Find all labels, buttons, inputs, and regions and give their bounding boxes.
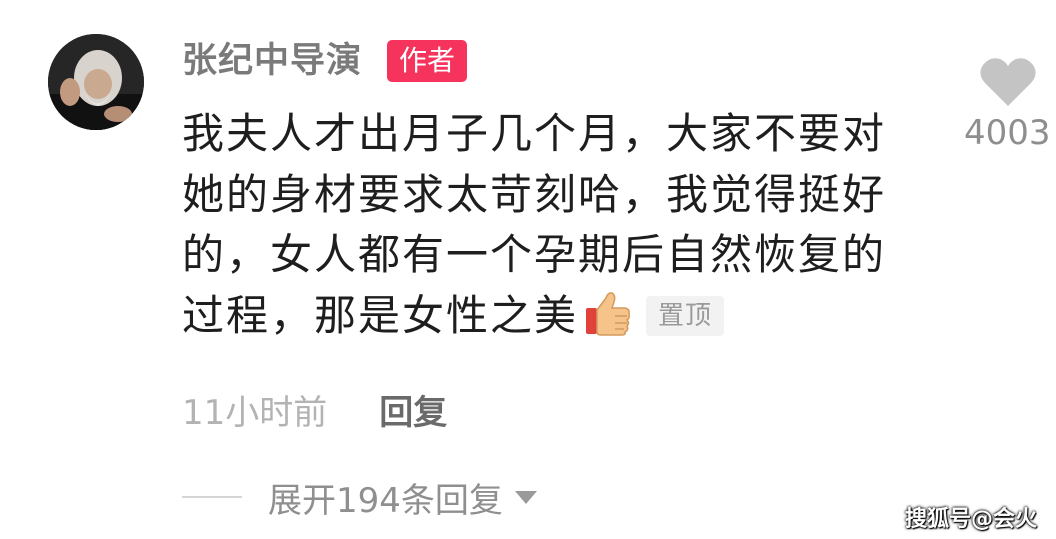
avatar[interactable] bbox=[48, 34, 144, 130]
avatar-image bbox=[48, 34, 144, 130]
comment-meta-row: 11小时前 回复 bbox=[182, 385, 447, 434]
chevron-down-icon bbox=[514, 490, 537, 504]
watermark: 搜狐号@会火 bbox=[905, 507, 1038, 532]
thumbs-up-icon bbox=[586, 291, 631, 336]
author-badge: 作者 bbox=[387, 40, 468, 82]
expand-replies-button[interactable]: 展开194条回复 bbox=[182, 474, 537, 521]
comment-text: 我夫人才出月子几个月，大家不要对她的身材要求太苛刻哈，我觉得挺好的，女人都有一个… bbox=[182, 109, 887, 340]
comment-page: 张纪中导演 作者 我夫人才出月子几个月，大家不要对她的身材要求太苛刻哈，我觉得挺… bbox=[0, 0, 1056, 539]
pinned-tag: 置顶 bbox=[646, 295, 725, 336]
username[interactable]: 张纪中导演 bbox=[182, 38, 362, 84]
expand-replies-label: 展开194条回复 bbox=[268, 480, 503, 521]
comment-text-block: 我夫人才出月子几个月，大家不要对她的身材要求太苛刻哈，我觉得挺好的，女人都有一个… bbox=[182, 104, 912, 346]
like-count: 4003 bbox=[964, 113, 1051, 153]
timestamp: 11小时前 bbox=[182, 392, 328, 433]
expand-divider-line bbox=[182, 496, 242, 498]
like-heart-icon[interactable] bbox=[979, 56, 1037, 108]
reply-button[interactable]: 回复 bbox=[379, 385, 447, 434]
